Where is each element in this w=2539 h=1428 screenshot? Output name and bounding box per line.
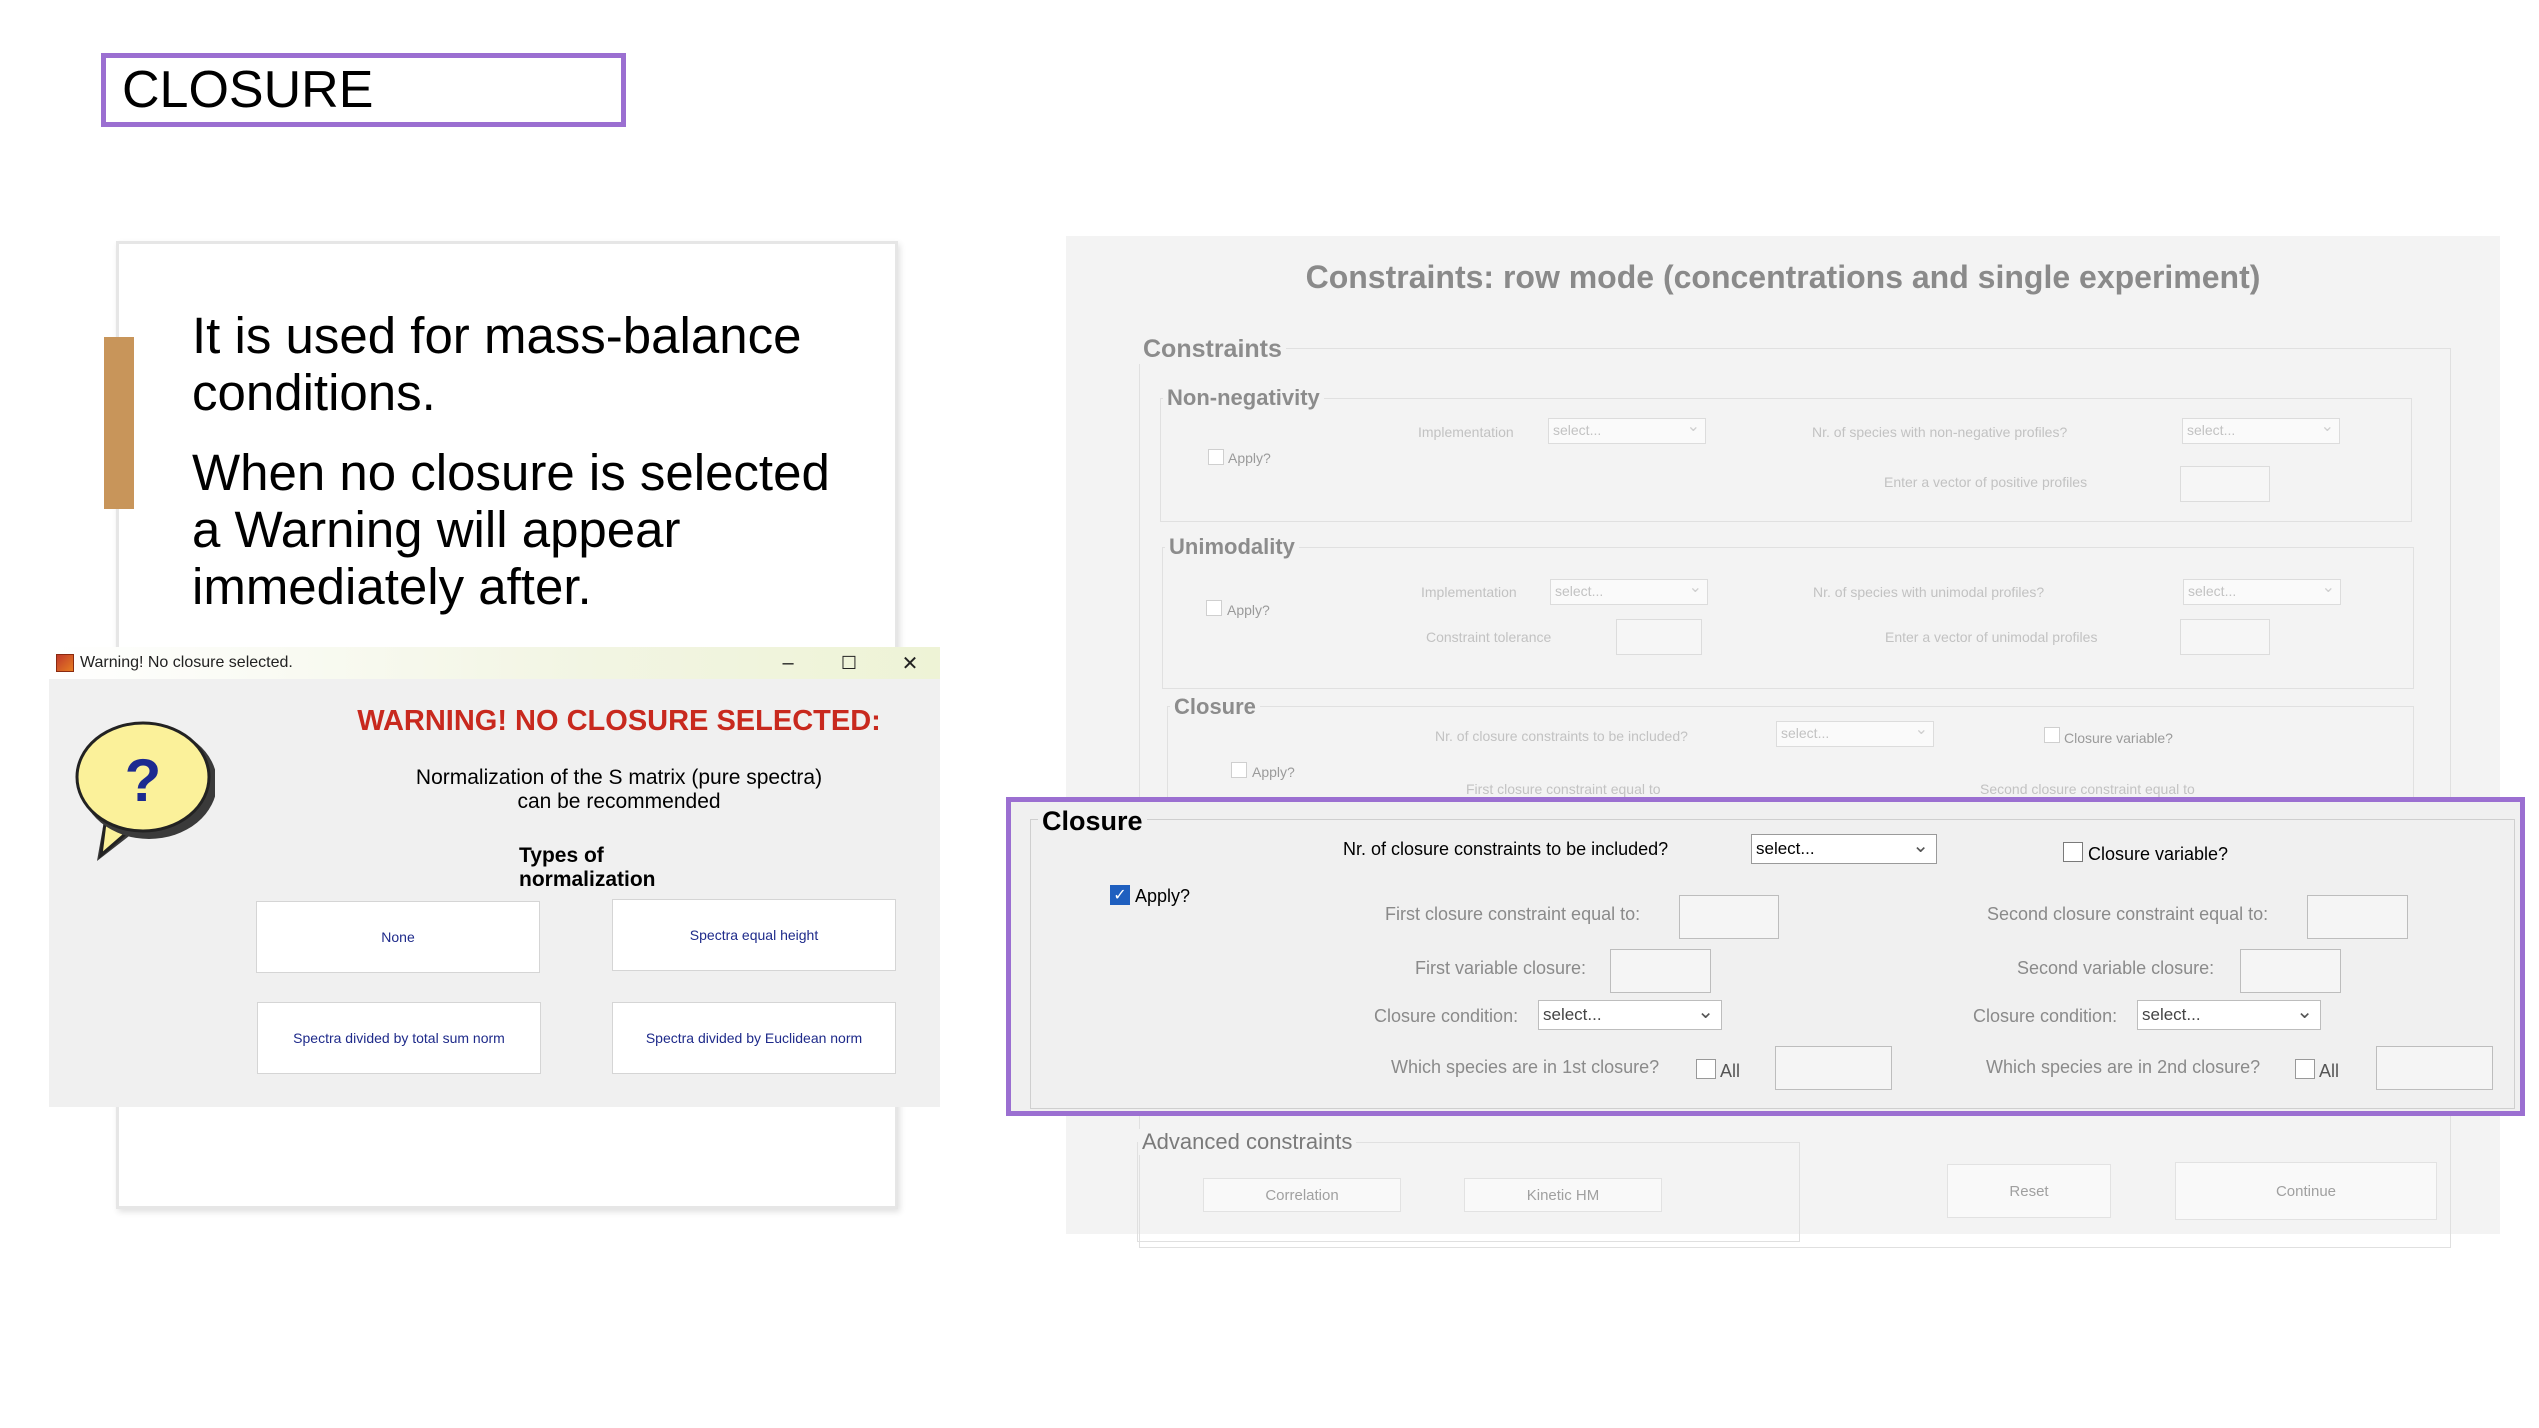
all-2-checkbox[interactable]	[2295, 1059, 2315, 1079]
nonnegativity-label: Non-negativity	[1163, 385, 1324, 411]
unimodality-group	[1162, 547, 2414, 689]
closure-condition-select-1[interactable]: select...	[1538, 999, 1722, 1030]
unimodal-vector-input[interactable]	[2180, 619, 2270, 655]
accent-bar	[104, 337, 134, 509]
species-2nd-closure-input[interactable]	[2376, 1046, 2493, 1090]
reset-button[interactable]: Reset	[1947, 1164, 2111, 1218]
closure-variable-checkbox[interactable]	[2063, 842, 2083, 862]
constraints-group-label: Constraints	[1139, 335, 1286, 364]
maximize-icon[interactable]: ☐	[819, 647, 879, 679]
closure-faded-first-label: First closure constraint equal to	[1466, 781, 1661, 797]
bullet-text-1: It is used for mass-balance conditions.	[192, 307, 802, 421]
kinetic-hm-button[interactable]: Kinetic HM	[1464, 1178, 1662, 1212]
closure-faded-apply-label: Apply?	[1252, 764, 1295, 780]
warning-titlebar: Warning! No closure selected. – ☐ ✕	[49, 647, 940, 679]
nonnegativity-group	[1160, 398, 2412, 522]
closure-faded-variable-label: Closure variable?	[2064, 730, 2173, 746]
nonneg-implementation-select[interactable]: select...	[1548, 416, 1706, 444]
all-1-label: All	[1720, 1061, 1741, 1081]
second-closure-equal-label: Second closure constraint equal to:	[1987, 904, 2269, 924]
matlab-app-icon	[56, 654, 74, 672]
second-closure-equal-input[interactable]	[2307, 895, 2408, 939]
closure-condition-label-2: Closure condition:	[1973, 1006, 2118, 1026]
spectra-euclidean-norm-button[interactable]: Spectra divided by Euclidean norm	[612, 1002, 896, 1074]
minimize-icon[interactable]: –	[758, 647, 818, 679]
warning-heading: WARNING! NO CLOSURE SELECTED:	[357, 705, 881, 737]
spectra-total-sum-norm-button[interactable]: Spectra divided by total sum norm	[257, 1002, 541, 1074]
unimodal-implementation-select[interactable]: select...	[1550, 577, 1708, 605]
nonneg-apply-checkbox[interactable]	[1208, 449, 1224, 465]
second-variable-closure-input[interactable]	[2240, 949, 2341, 993]
second-variable-closure-label: Second variable closure:	[2017, 958, 2215, 978]
all-2-label: All	[2319, 1061, 2340, 1081]
spectra-equal-height-button[interactable]: Spectra equal height	[612, 899, 896, 971]
closure-variable-label: Closure variable?	[2088, 844, 2229, 864]
none-button[interactable]: None	[256, 901, 540, 973]
unimodal-apply-checkbox[interactable]	[1206, 600, 1222, 616]
first-closure-equal-label: First closure constraint equal to:	[1385, 904, 1641, 924]
slide-title: CLOSURE	[101, 53, 626, 127]
unimodal-tolerance-label: Constraint tolerance	[1426, 629, 1552, 645]
unimodal-implementation-label: Implementation	[1421, 584, 1517, 600]
check-icon: ✓	[1113, 887, 1127, 904]
question-bubble-icon: ?	[75, 709, 217, 869]
unimodal-tolerance-input[interactable]	[1616, 619, 1702, 655]
unimodal-species-label: Nr. of species with unimodal profiles?	[1813, 584, 2045, 600]
close-icon[interactable]: ✕	[880, 647, 940, 679]
closure-faded-apply-checkbox[interactable]	[1231, 762, 1247, 778]
species-1st-closure-label: Which species are in 1st closure?	[1391, 1057, 1660, 1077]
all-1-checkbox[interactable]	[1696, 1059, 1716, 1079]
slide-title-text: CLOSURE	[122, 61, 374, 119]
warning-window-title: Warning! No closure selected.	[80, 654, 293, 671]
nonneg-implementation-label: Implementation	[1418, 424, 1514, 440]
first-closure-equal-input[interactable]	[1679, 895, 1779, 939]
nonneg-vector-input[interactable]	[2180, 466, 2270, 502]
unimodality-label: Unimodality	[1165, 534, 1299, 560]
nr-closure-constraints-select[interactable]: select...	[1751, 833, 1937, 864]
unimodal-apply-label: Apply?	[1227, 602, 1270, 618]
apply-checkbox[interactable]: ✓	[1110, 885, 1130, 905]
closure-panel-highlight: Closure Nr. of closure constraints to be…	[1006, 797, 2525, 1116]
unimodal-vector-label: Enter a vector of unimodal profiles	[1885, 629, 2098, 645]
nonneg-apply-label: Apply?	[1228, 450, 1271, 466]
closure-faded-label: Closure	[1170, 694, 1260, 720]
nr-closure-constraints-label: Nr. of closure constraints to be include…	[1343, 839, 1669, 859]
closure-faded-variable-checkbox[interactable]	[2044, 727, 2060, 743]
constraints-title: Constraints: row mode (concentrations an…	[1305, 259, 2261, 295]
closure-faded-nr-select[interactable]: select...	[1776, 719, 1934, 747]
continue-button[interactable]: Continue	[2175, 1162, 2437, 1220]
closure-condition-label-1: Closure condition:	[1374, 1006, 1519, 1026]
closure-faded-nr-label: Nr. of closure constraints to be include…	[1435, 728, 1688, 744]
warning-dialog: Warning! No closure selected. – ☐ ✕ ? WA…	[49, 647, 940, 1107]
bullet-text-2: When no closure is selected a Warning wi…	[192, 444, 830, 615]
advanced-label: Advanced constraints	[1138, 1129, 1357, 1155]
species-1st-closure-input[interactable]	[1775, 1046, 1892, 1090]
nonneg-vector-label: Enter a vector of positive profiles	[1884, 474, 2088, 490]
apply-label: Apply?	[1135, 886, 1191, 906]
nonneg-species-label: Nr. of species with non-negative profile…	[1812, 424, 2068, 440]
nonneg-species-select[interactable]: select...	[2182, 416, 2340, 444]
warning-message-line-2: can be recommended	[517, 790, 721, 813]
question-mark-glyph: ?	[125, 747, 162, 814]
species-2nd-closure-label: Which species are in 2nd closure?	[1986, 1057, 2261, 1077]
closure-faded-second-label: Second closure constraint equal to	[1980, 781, 2195, 797]
warning-message-line-1: Normalization of the S matrix (pure spec…	[415, 766, 823, 789]
first-variable-closure-label: First variable closure:	[1415, 958, 1587, 978]
first-variable-closure-input[interactable]	[1610, 949, 1711, 993]
closure-condition-select-2[interactable]: select...	[2137, 999, 2321, 1030]
correlation-button[interactable]: Correlation	[1203, 1178, 1401, 1212]
closure-panel-label: Closure	[1038, 806, 1147, 837]
unimodal-species-select[interactable]: select...	[2183, 577, 2341, 605]
normalization-types-label: Types of normalization	[519, 844, 656, 891]
